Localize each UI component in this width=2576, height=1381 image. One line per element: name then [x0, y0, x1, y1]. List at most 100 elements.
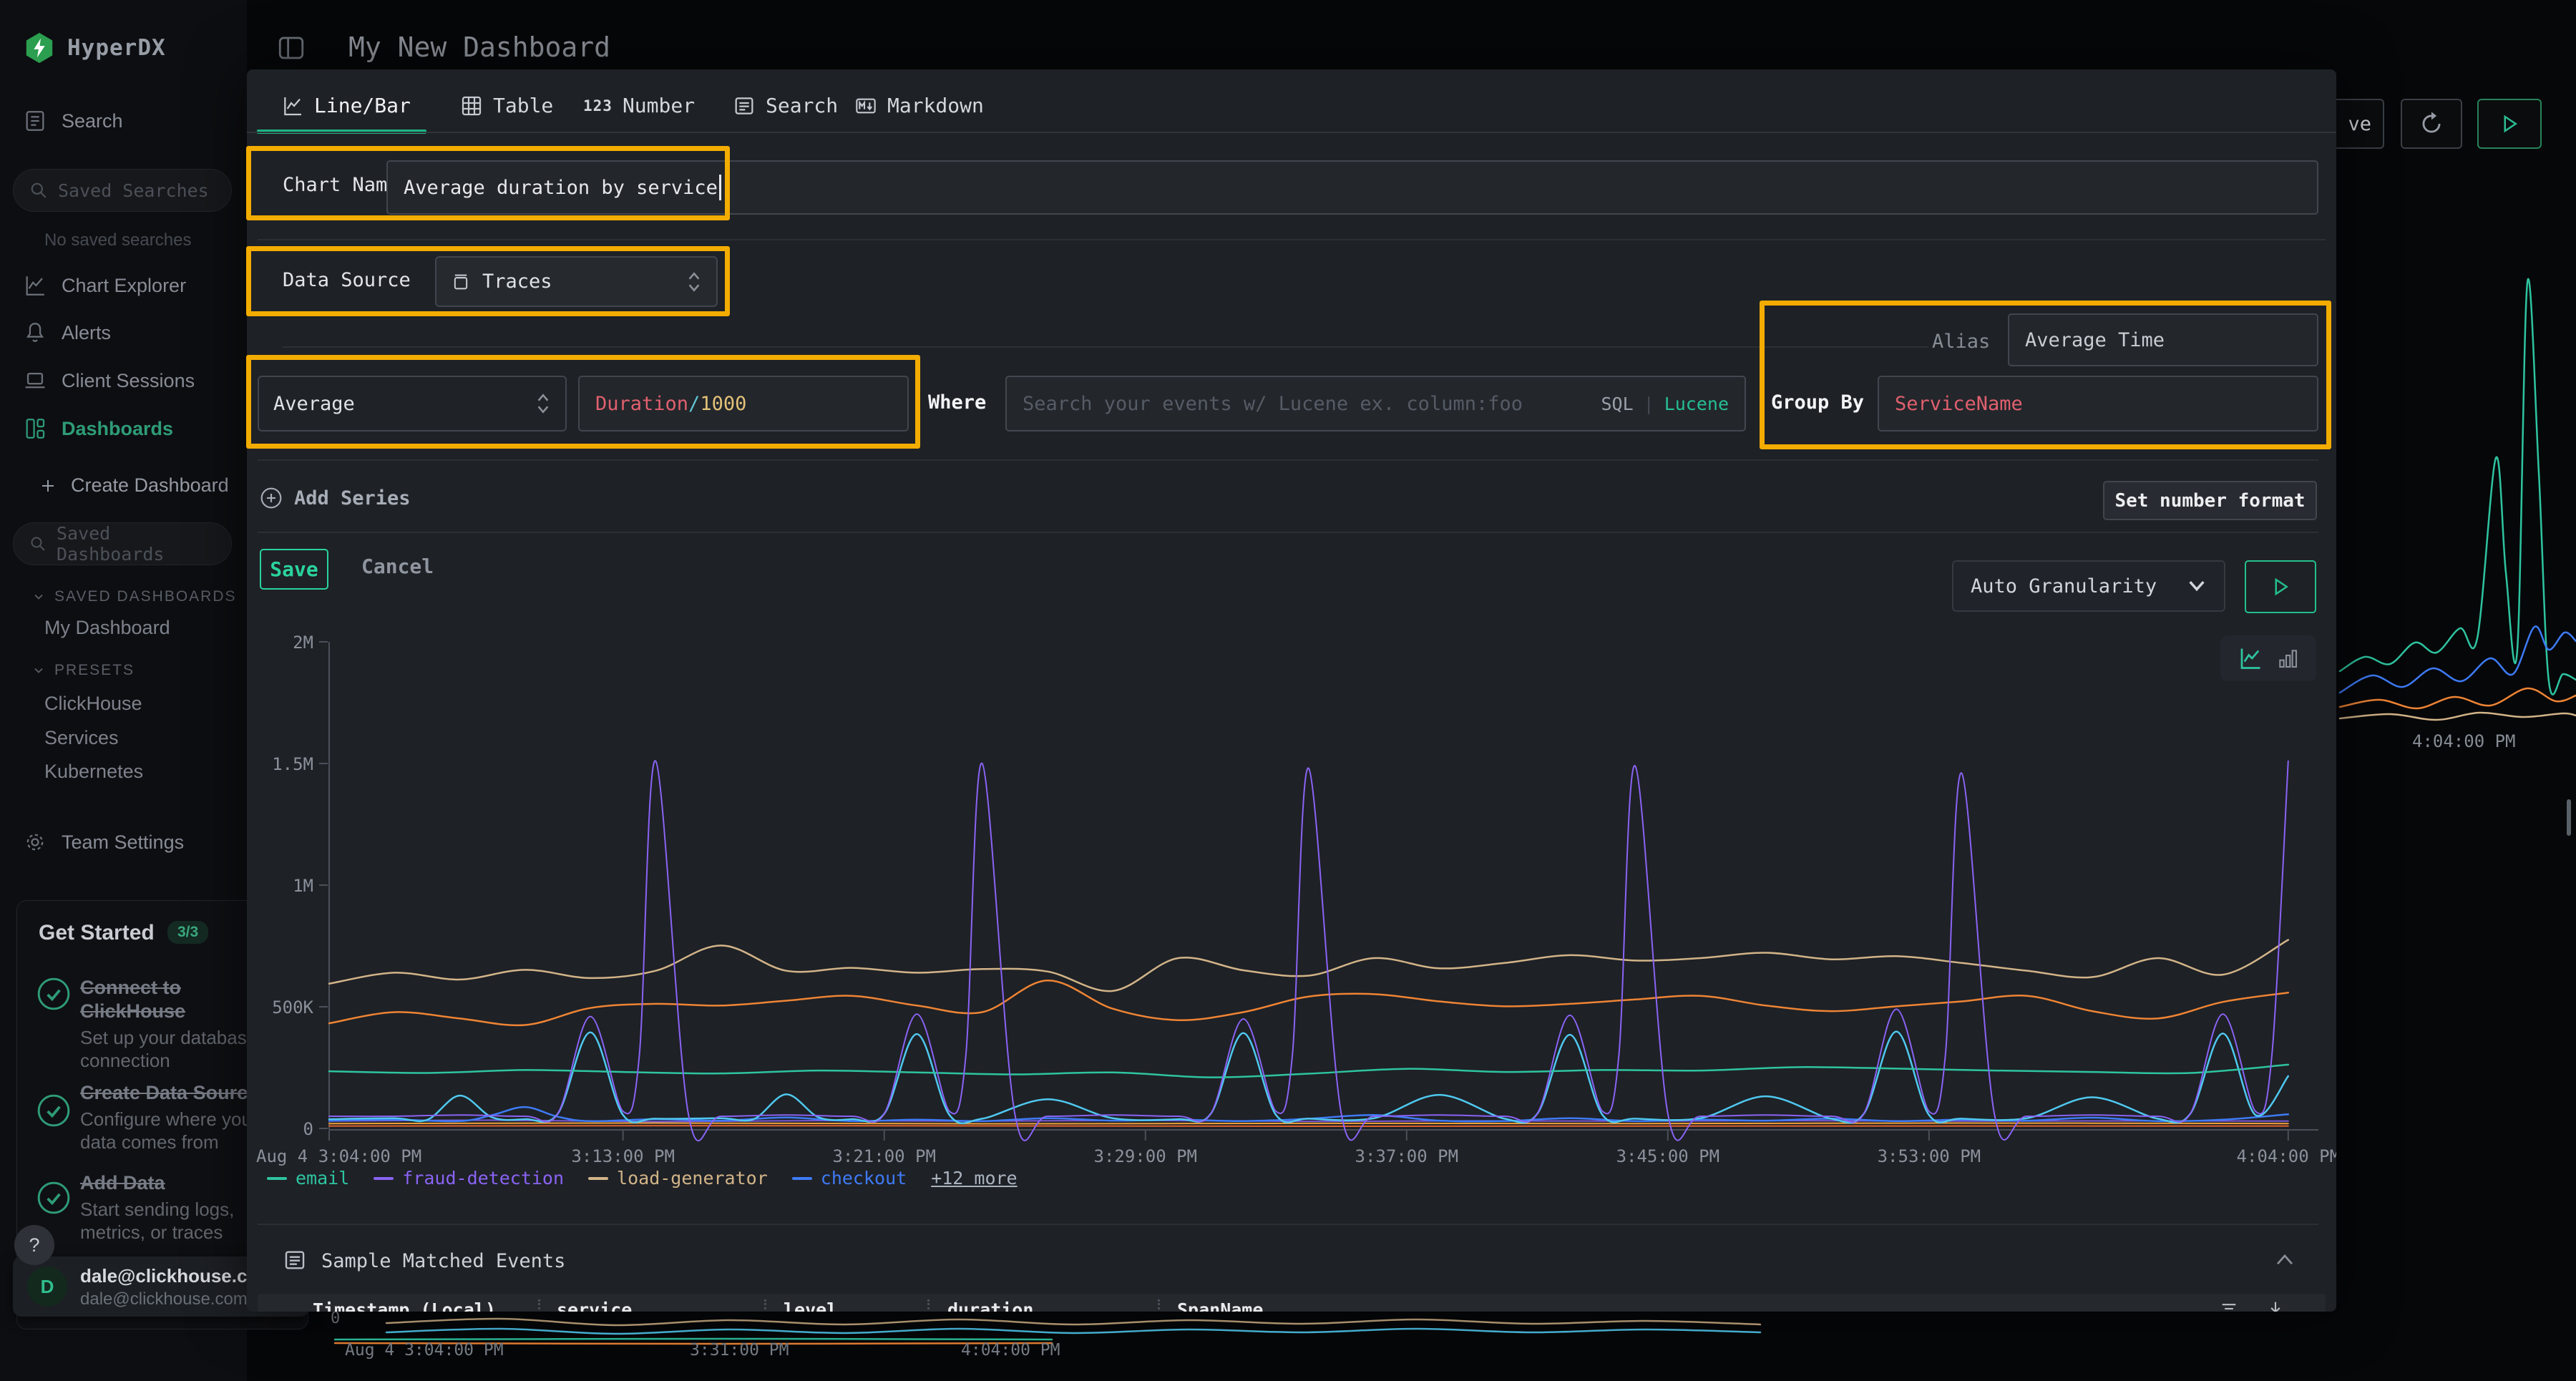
saved-dashboards-input[interactable]: Saved Dashboards [13, 522, 232, 565]
section-label: PRESETS [54, 662, 135, 679]
column-header-level[interactable]: level [784, 1299, 837, 1312]
page-title: My New Dashboard [348, 31, 610, 63]
legend-swatch [792, 1177, 812, 1180]
no-saved-searches-note: No saved searches [44, 230, 191, 250]
lucene-option[interactable]: Lucene [1664, 394, 1729, 414]
tab-number[interactable]: 123 Number [583, 94, 695, 117]
number-123-icon: 123 [583, 97, 613, 114]
sidebar-item-search[interactable]: Search [23, 109, 123, 133]
chart-legend: email fraud-detection load-generator checko… [267, 1168, 1018, 1189]
where-label: Where [928, 391, 986, 414]
sidebar-item-chart-explorer[interactable]: Chart Explorer [23, 273, 186, 298]
x-axis-tick-label: Aug 4 3:04:00 PM [256, 1146, 421, 1166]
legend-swatch [588, 1177, 608, 1180]
legend-item[interactable]: load-generator [588, 1168, 768, 1189]
sql-option[interactable]: SQL [1601, 394, 1633, 414]
saved-searches-placeholder: Saved Searches [58, 180, 209, 201]
avatar: D [27, 1267, 67, 1307]
series-cyan [329, 1032, 2288, 1123]
set-number-format-button[interactable]: Set number format [2103, 481, 2317, 520]
switch-divider: | [1644, 394, 1654, 414]
x-axis-tick-label: 3:13:00 PM [571, 1146, 675, 1166]
highlight-chart-name [246, 146, 730, 220]
check-circle-icon [36, 1180, 72, 1216]
tab-table[interactable]: Table [460, 94, 553, 117]
column-separator[interactable] [927, 1299, 930, 1312]
y-axis-tick-label: 1M [293, 876, 313, 896]
fragment-right-tan [2340, 713, 2576, 720]
y-axis-tick-label: 1.5M [272, 754, 313, 774]
legend-item[interactable]: email [267, 1168, 349, 1189]
column-separator[interactable] [538, 1299, 540, 1312]
logs-icon [23, 109, 47, 133]
fragment-strip-tan [386, 1319, 1760, 1325]
legend-item[interactable]: checkout [792, 1168, 907, 1189]
sidebar-toggle-icon[interactable] [276, 33, 306, 63]
get-started-item[interactable]: Connect to ClickHouse Set up your databa… [80, 976, 268, 1072]
search-icon [29, 181, 48, 200]
get-started-item-title: Connect to ClickHouse [80, 976, 268, 1023]
sidebar-item-services[interactable]: Services [44, 727, 119, 749]
column-header-service[interactable]: service [557, 1299, 632, 1312]
sidebar-item-alerts[interactable]: Alerts [23, 321, 111, 345]
table-icon [460, 94, 483, 117]
download-icon[interactable] [2265, 1299, 2286, 1312]
sidebar-item-dashboards[interactable]: Dashboards [23, 416, 173, 441]
laptop-icon [23, 369, 47, 393]
sidebar-item-team-settings[interactable]: Team Settings [23, 830, 184, 854]
highlight-group-by [1760, 301, 2331, 449]
series-fraud-detection [329, 761, 2288, 1141]
tab-markdown[interactable]: Markdown [854, 94, 984, 117]
divider [258, 459, 2318, 461]
hyperdx-logo-icon [23, 31, 56, 64]
tab-label: Markdown [887, 94, 984, 117]
divider [258, 1224, 2318, 1225]
refresh-button[interactable] [2401, 99, 2462, 149]
main-chart[interactable]: 0500K1M1.5M2MAug 4 3:04:00 PM3:13:00 PM3… [250, 631, 2326, 1175]
query-language-switch[interactable]: SQL | Lucene [1601, 394, 1729, 414]
x-axis-tick-label: 3:53:00 PM [1878, 1146, 1981, 1166]
section-presets[interactable]: PRESETS [31, 662, 135, 679]
series-amber-flat [329, 1123, 2288, 1124]
legend-item[interactable]: fraud-detection [374, 1168, 564, 1189]
column-separator[interactable] [764, 1299, 766, 1312]
cancel-button[interactable]: Cancel [361, 555, 434, 578]
save-button[interactable]: Save [260, 549, 328, 590]
top-bar: My New Dashboard ve [0, 0, 2576, 68]
add-series-button[interactable]: Add Series [260, 487, 411, 509]
chevron-up-icon[interactable] [2274, 1250, 2296, 1269]
where-input[interactable]: Search your events w/ Lucene ex. column:… [1005, 376, 1746, 431]
play-icon [2270, 576, 2291, 597]
sidebar-item-client-sessions[interactable]: Client Sessions [23, 369, 195, 393]
granularity-select[interactable]: Auto Granularity [1952, 560, 2225, 612]
app-logo[interactable]: HyperDX [23, 31, 166, 64]
granularity-value: Auto Granularity [1971, 575, 2157, 597]
section-saved-dashboards[interactable]: SAVED DASHBOARDS [31, 588, 237, 605]
tab-label: Line/Bar [314, 94, 411, 117]
column-separator[interactable] [1158, 1299, 1160, 1312]
chevron-down-icon [2187, 579, 2207, 593]
dashboard-run-button[interactable] [2477, 99, 2542, 149]
column-header-duration[interactable]: duration [947, 1299, 1033, 1312]
get-started-item[interactable]: Add Data Start sending logs, metrics, or… [80, 1171, 268, 1244]
plus-icon [39, 477, 57, 494]
sidebar-item-kubernetes[interactable]: Kubernetes [44, 761, 143, 783]
sidebar-item-clickhouse[interactable]: ClickHouse [44, 693, 142, 715]
run-query-button[interactable] [2245, 560, 2316, 613]
tab-search[interactable]: Search [733, 94, 838, 117]
create-dashboard-button[interactable]: Create Dashboard [39, 474, 229, 497]
gear-icon [23, 830, 47, 854]
help-button[interactable]: ? [14, 1225, 54, 1265]
plus-circle-icon [260, 487, 283, 509]
saved-searches-input[interactable]: Saved Searches [13, 169, 232, 212]
get-started-item[interactable]: Create Data Source Configure where your … [80, 1081, 268, 1153]
column-header-spanname[interactable]: SpanName [1177, 1299, 1263, 1312]
sidebar-item-my-dashboard[interactable]: My Dashboard [44, 617, 170, 639]
get-started-progress-badge: 3/3 [167, 921, 208, 944]
y-axis-tick-label: 500K [272, 997, 313, 1018]
filter-icon[interactable] [2218, 1299, 2240, 1312]
tab-line-bar[interactable]: Line/Bar [281, 94, 411, 117]
series-orange [329, 980, 2288, 1025]
legend-more-link[interactable]: +12 more [931, 1168, 1017, 1189]
column-header-timestamp[interactable]: Timestamp (Local) [313, 1299, 496, 1312]
